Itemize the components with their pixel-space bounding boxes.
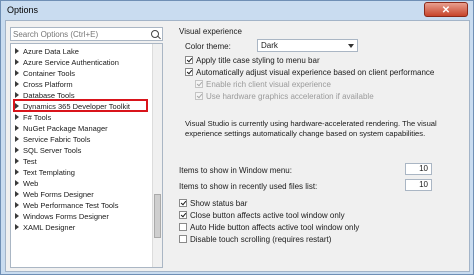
tree-item-label: XAML Designer (23, 223, 76, 232)
checkbox[interactable] (185, 67, 193, 76)
tree-item-label: NuGet Package Manager (23, 124, 108, 133)
tree-item-label: Azure Service Authentication (23, 58, 119, 67)
tree-item[interactable]: SQL Server Tools (15, 145, 81, 156)
window-menu-count-input[interactable]: 10 (405, 163, 432, 175)
chevron-down-icon (348, 44, 354, 48)
expand-arrow-icon[interactable] (15, 81, 19, 88)
expand-arrow-icon[interactable] (15, 70, 19, 77)
tree-item[interactable]: XAML Designer (15, 222, 75, 233)
tree-item-label: Azure Data Lake (23, 47, 79, 56)
color-theme-label: Color theme: (185, 42, 231, 51)
options-window: Options ✕ Azure Data Lake Azure Service … (0, 0, 474, 275)
search-icon[interactable] (151, 30, 159, 38)
option-label: Close button affects active tool window … (190, 211, 345, 220)
expand-arrow-icon[interactable] (15, 180, 19, 187)
expand-arrow-icon[interactable] (15, 158, 19, 165)
expand-arrow-icon[interactable] (15, 191, 19, 198)
recent-files-count-input[interactable]: 10 (405, 179, 432, 191)
tree-item[interactable]: Service Fabric Tools (15, 134, 90, 145)
checkbox[interactable] (179, 198, 187, 207)
tree-item-label: Web Performance Test Tools (23, 201, 119, 210)
expand-arrow-icon[interactable] (15, 92, 19, 99)
tree-item[interactable]: Test (15, 156, 37, 167)
close-button[interactable]: ✕ (424, 2, 468, 17)
status-bar-option[interactable]: Show status bar (179, 198, 247, 209)
tree-item-label: Windows Forms Designer (23, 212, 109, 221)
tree-item-label: F# Tools (23, 113, 52, 122)
tree-item[interactable]: F# Tools (15, 112, 51, 123)
tree-item[interactable]: Web Performance Test Tools (15, 200, 118, 211)
tree-scrollbar[interactable] (152, 44, 162, 267)
tree-item-label: Test (23, 157, 37, 166)
color-theme-select[interactable]: Dark (257, 39, 358, 52)
search-box[interactable] (10, 27, 163, 41)
touch-scrolling-option[interactable]: Disable touch scrolling (requires restar… (179, 234, 331, 245)
checkbox (195, 79, 203, 88)
expand-arrow-icon[interactable] (15, 125, 19, 132)
recent-files-label: Items to show in recently used files lis… (179, 182, 318, 191)
option-label: Disable touch scrolling (requires restar… (190, 235, 332, 244)
option-label: Enable rich client visual experience (206, 80, 331, 89)
expand-arrow-icon[interactable] (15, 224, 19, 231)
options-tree: Azure Data Lake Azure Service Authentica… (10, 43, 163, 268)
checkbox (195, 91, 203, 100)
hardware-accel-option: Use hardware graphics acceleration if av… (195, 91, 374, 102)
rendering-status-text: Visual Studio is currently using hardwar… (185, 119, 437, 138)
dialog-client-area: Azure Data Lake Azure Service Authentica… (5, 20, 470, 272)
option-label: Show status bar (190, 199, 248, 208)
settings-pane: Visual experience Color theme: Dark Appl… (169, 21, 469, 271)
tree-item[interactable]: Text Templating (15, 167, 75, 178)
tree-item[interactable]: NuGet Package Manager (15, 123, 108, 134)
rich-client-option: Enable rich client visual experience (195, 79, 331, 90)
title-case-option[interactable]: Apply title case styling to menu bar (185, 55, 320, 66)
scrollbar-thumb[interactable] (154, 194, 161, 238)
expand-arrow-icon[interactable] (15, 114, 19, 121)
group-title: Visual experience (179, 27, 243, 36)
tree-item[interactable]: Cross Platform (15, 79, 73, 90)
checkbox[interactable] (179, 222, 187, 231)
tree-item-label: SQL Server Tools (23, 146, 82, 155)
tree-item-label: Cross Platform (23, 80, 73, 89)
tree-item[interactable]: Container Tools (15, 68, 75, 79)
expand-arrow-icon[interactable] (15, 59, 19, 66)
auto-hide-option[interactable]: Auto Hide button affects active tool win… (179, 222, 359, 233)
title-bar[interactable]: Options ✕ (1, 1, 473, 20)
tree-item-label: Web Forms Designer (23, 190, 94, 199)
tree-item[interactable]: Azure Service Authentication (15, 57, 119, 68)
search-input[interactable] (13, 29, 143, 39)
option-label: Use hardware graphics acceleration if av… (206, 92, 374, 101)
tree-item[interactable]: Azure Data Lake (15, 46, 79, 57)
checkbox[interactable] (179, 210, 187, 219)
tree-item-label: Web (23, 179, 39, 188)
highlight-box (13, 99, 148, 112)
option-label: Automatically adjust visual experience b… (196, 68, 435, 77)
tree-item-label: Text Templating (23, 168, 75, 177)
expand-arrow-icon[interactable] (15, 147, 19, 154)
tree-item[interactable]: Web (15, 178, 38, 189)
expand-arrow-icon[interactable] (15, 136, 19, 143)
expand-arrow-icon[interactable] (15, 202, 19, 209)
window-title: Options (7, 5, 39, 15)
tree-item-label: Service Fabric Tools (23, 135, 91, 144)
option-label: Apply title case styling to menu bar (196, 56, 320, 65)
tree-item-label: Container Tools (23, 69, 75, 78)
checkbox[interactable] (185, 55, 193, 64)
auto-adjust-option[interactable]: Automatically adjust visual experience b… (185, 67, 434, 78)
expand-arrow-icon[interactable] (15, 48, 19, 55)
color-theme-value: Dark (261, 41, 278, 50)
tree-item[interactable]: Web Forms Designer (15, 189, 94, 200)
window-menu-label: Items to show in Window menu: (179, 166, 292, 175)
close-button-option[interactable]: Close button affects active tool window … (179, 210, 345, 221)
checkbox[interactable] (179, 234, 187, 243)
tree-item[interactable]: Windows Forms Designer (15, 211, 109, 222)
expand-arrow-icon[interactable] (15, 169, 19, 176)
option-label: Auto Hide button affects active tool win… (190, 223, 360, 232)
expand-arrow-icon[interactable] (15, 213, 19, 220)
